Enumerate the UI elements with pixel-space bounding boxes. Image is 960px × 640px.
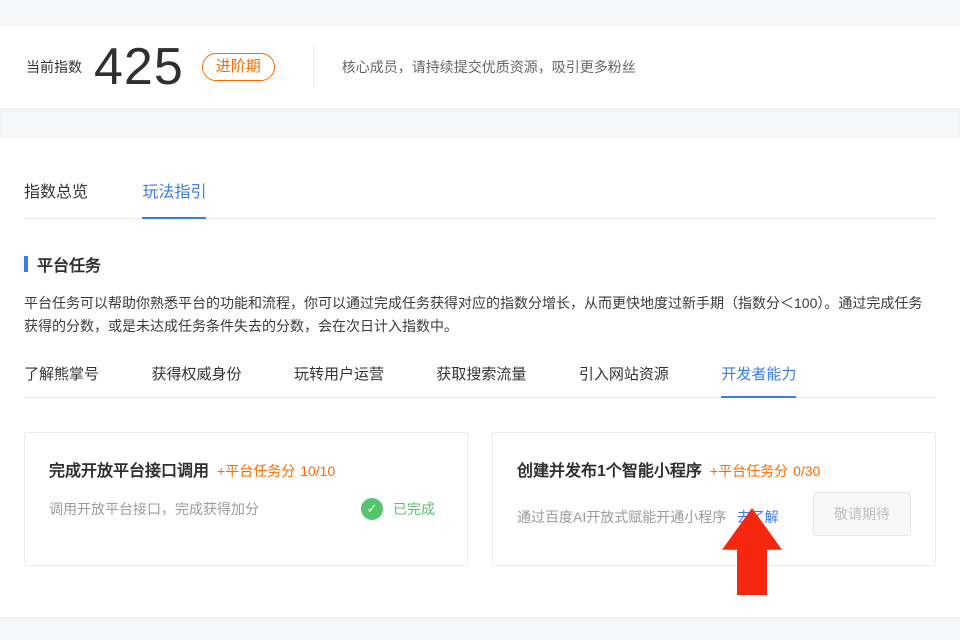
section-accent-bar: [24, 256, 28, 272]
task-cards: 完成开放平台接口调用 +平台任务分 10/10 调用开放平台接口，完成获得加分 ✓…: [24, 432, 936, 566]
task-description: 调用开放平台接口，完成获得加分: [49, 499, 259, 519]
header-message: 核心成员，请持续提交优质资源，吸引更多粉丝: [342, 57, 636, 77]
task-status: ✓ 已完成: [361, 498, 435, 520]
subtab-website-resource[interactable]: 引入网站资源: [579, 363, 669, 396]
task-title: 完成开放平台接口调用: [49, 457, 209, 481]
primary-tabs: 指数总览 玩法指引: [24, 178, 936, 219]
task-score-value: 10/10: [300, 463, 335, 479]
task-status-label: 已完成: [393, 499, 435, 519]
subtab-authority-identity[interactable]: 获得权威身份: [151, 363, 241, 396]
header-divider: [313, 46, 314, 88]
subtab-developer-ability[interactable]: 开发者能力: [721, 363, 796, 398]
task-score-label: +平台任务分: [710, 463, 788, 479]
task-score-value: 0/30: [793, 463, 820, 479]
task-description: 通过百度AI开放式赋能开通小程序: [517, 509, 726, 525]
index-header: 当前指数 425 进阶期 核心成员，请持续提交优质资源，吸引更多粉丝: [0, 26, 960, 108]
task-score: +平台任务分 10/10: [217, 461, 335, 481]
section-gap: [0, 108, 960, 138]
card-title-row: 创建并发布1个智能小程序 +平台任务分 0/30: [517, 457, 911, 481]
subtab-know-xiongzhang[interactable]: 了解熊掌号: [24, 363, 99, 396]
card-body: 调用开放平台接口，完成获得加分 ✓ 已完成: [49, 498, 443, 520]
section-title: 平台任务: [37, 252, 101, 276]
task-desc-with-link: 通过百度AI开放式赋能开通小程序 去了解: [517, 507, 779, 527]
card-title-row: 完成开放平台接口调用 +平台任务分 10/10: [49, 457, 443, 481]
tab-index-overview[interactable]: 指数总览: [24, 178, 88, 217]
current-index-value: 425: [94, 41, 184, 93]
subtab-search-traffic[interactable]: 获取搜索流量: [436, 363, 526, 396]
tab-play-guide[interactable]: 玩法指引: [142, 178, 206, 219]
section-description: 平台任务可以帮助你熟悉平台的功能和流程，你可以通过完成任务获得对应的指数分增长，…: [24, 292, 936, 338]
subtab-user-operation[interactable]: 玩转用户运营: [294, 363, 384, 396]
task-title: 创建并发布1个智能小程序: [517, 457, 702, 481]
bottom-strip: [0, 617, 960, 640]
task-category-tabs: 了解熊掌号 获得权威身份 玩转用户运营 获取搜索流量 引入网站资源 开发者能力: [24, 363, 936, 398]
task-score-label: +平台任务分: [217, 463, 295, 479]
task-card-mini-program: 创建并发布1个智能小程序 +平台任务分 0/30 通过百度AI开放式赋能开通小程序…: [492, 432, 936, 566]
card-body: 通过百度AI开放式赋能开通小程序 去了解 敬请期待: [517, 498, 911, 536]
main-content: 指数总览 玩法指引 平台任务 平台任务可以帮助你熟悉平台的功能和流程，你可以通过…: [0, 138, 960, 617]
check-circle-icon: ✓: [361, 498, 383, 520]
section-title-row: 平台任务: [24, 252, 936, 276]
current-index-label: 当前指数: [26, 57, 82, 77]
coming-soon-button[interactable]: 敬请期待: [813, 492, 911, 536]
task-score: +平台任务分 0/30: [710, 461, 820, 481]
top-strip: [0, 0, 960, 26]
stage-badge: 进阶期: [202, 53, 275, 81]
task-card-api-call: 完成开放平台接口调用 +平台任务分 10/10 调用开放平台接口，完成获得加分 ✓…: [24, 432, 468, 566]
